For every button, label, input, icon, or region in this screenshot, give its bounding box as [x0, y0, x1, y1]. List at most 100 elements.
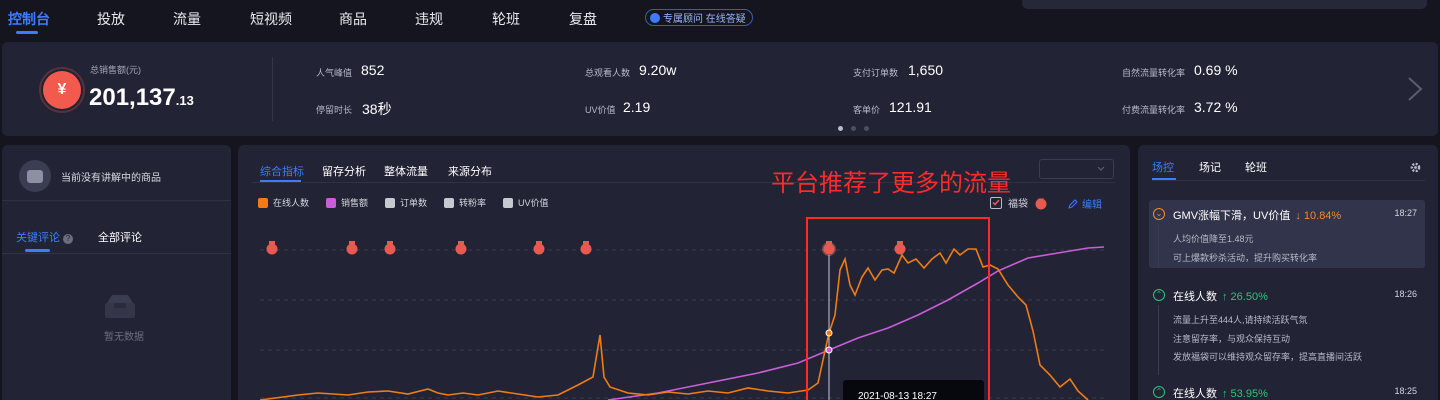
- product-panel-header: 当前没有讲解中的商品: [2, 145, 231, 201]
- dashboard-page: 控制台 投放 流量 短视频 商品 违规 轮班 复盘 专属顾问 在线答疑 ¥ 总销…: [0, 0, 1440, 400]
- empty-inbox-icon: [105, 295, 135, 318]
- advisor-icon: [650, 12, 660, 23]
- product-panel: 当前没有讲解中的商品 关键评论? 全部评论 暂无数据: [2, 145, 231, 400]
- stat-label-paid-orders: 支付订单数: [853, 68, 899, 78]
- comment-tab-divider: [2, 253, 231, 254]
- alert-title: 在线人数 ↑ 26.50%: [1173, 288, 1268, 304]
- trend-up-icon: ⌃: [1153, 289, 1165, 301]
- no-product-text: 当前没有讲解中的商品: [61, 173, 161, 184]
- advisor-badge[interactable]: 专属顾问 在线答疑: [645, 9, 753, 26]
- trend-down-icon: ⌄: [1153, 208, 1165, 220]
- stat-label-paid-cvr: 付费流量转化率: [1122, 105, 1186, 115]
- metrics-chart-panel: 综合指标 留存分析 整体流量 来源分布 平台推荐了更多的流量 在线人数 销售额 …: [238, 145, 1130, 400]
- advisor-badge-label: 专属顾问 在线答疑: [663, 14, 746, 25]
- control-tab-divider: [1152, 180, 1425, 181]
- sales-point[interactable]: [825, 346, 833, 354]
- stat-value-avg-order: 121.91: [889, 99, 932, 115]
- series-line-online-viewers: [259, 247, 1089, 400]
- alert-delta: ↓ 10.84%: [1295, 210, 1342, 222]
- stat-label-stay-duration: 停留时长: [316, 105, 353, 115]
- lucky-bag-marker[interactable]: [822, 241, 836, 256]
- stat-value-uv-value: 2.19: [623, 99, 651, 115]
- lucky-bag-marker[interactable]: [346, 241, 358, 255]
- stat-label-peak-viewers: 人气峰值: [316, 68, 353, 78]
- alert-title: 在线人数 ↑ 53.95%: [1173, 385, 1268, 400]
- lucky-bag-marker[interactable]: [384, 241, 396, 255]
- tab-all-comments[interactable]: 全部评论: [98, 229, 142, 245]
- chevron-right-icon[interactable]: [1406, 76, 1424, 102]
- nav-item-review[interactable]: 复盘: [569, 9, 597, 29]
- tab-field-control[interactable]: 场控: [1152, 159, 1174, 175]
- alert-title: GMV涨幅下滑，UV价值 ↓ 10.84%: [1173, 207, 1341, 223]
- stat-value-total-viewers: 9.20w: [639, 62, 677, 78]
- tab-key-comments[interactable]: 关键评论?: [16, 229, 73, 245]
- lucky-bag-marker[interactable]: [455, 241, 467, 255]
- pager-dot[interactable]: [838, 126, 843, 131]
- alert-detail: 可上爆款秒杀活动，提升购买转化率: [1173, 253, 1318, 263]
- stat-value-peak-viewers: 852: [361, 62, 385, 78]
- stat-label-organic-cvr: 自然流量转化率: [1122, 68, 1186, 78]
- trend-up-icon: ⌃: [1153, 386, 1165, 398]
- top-nav: 控制台 投放 流量 短视频 商品 违规 轮班 复盘 专属顾问 在线答疑: [0, 0, 1440, 36]
- nav-item-console[interactable]: 控制台: [8, 9, 50, 29]
- metrics-chart[interactable]: [238, 145, 1130, 400]
- stats-pager: [838, 126, 869, 131]
- stat-value-organic-cvr: 0.69 %: [1194, 62, 1238, 78]
- stat-label-total-viewers: 总观看人数: [585, 68, 631, 78]
- stats-divider: [272, 57, 273, 121]
- chart-tooltip: 2021-08-13 18:27: [843, 380, 984, 400]
- alert-detail: 流量上升至444人,请持续活跃气氛: [1173, 315, 1308, 325]
- total-sales-label: 总销售额(元): [90, 65, 141, 75]
- stat-value-paid-cvr: 3.72 %: [1194, 99, 1238, 115]
- lucky-bag-marker[interactable]: [894, 241, 906, 255]
- top-right-dropdown[interactable]: [1022, 0, 1427, 9]
- tab-field-notes[interactable]: 场记: [1199, 159, 1221, 175]
- stats-card: ¥ 总销售额(元) 201,137.13 人气峰值 852 停留时长 38秒 总…: [2, 42, 1438, 136]
- total-sales-main: 201,137: [89, 84, 176, 111]
- alert-title-text: GMV涨幅下滑，UV价值: [1173, 210, 1291, 222]
- alert-title-text: 在线人数: [1173, 291, 1217, 303]
- alert-detail: 人均价值降至1.48元: [1173, 234, 1254, 244]
- alert-title-text: 在线人数: [1173, 388, 1217, 400]
- alert-time: 18:26: [1394, 289, 1417, 299]
- alert-item[interactable]: ⌃ 在线人数 ↑ 26.50% 18:26 流量上升至444人,请持续活跃气氛 注…: [1149, 281, 1425, 375]
- product-avatar: [19, 160, 51, 192]
- pager-dot[interactable]: [851, 126, 856, 131]
- total-sales-decimal: .13: [175, 93, 194, 108]
- total-sales-value: 201,137.13: [89, 84, 194, 112]
- nav-item-ads[interactable]: 投放: [97, 9, 125, 29]
- comment-tab-indicator: [25, 249, 50, 252]
- tab-shift[interactable]: 轮班: [1245, 159, 1267, 175]
- help-icon[interactable]: ?: [63, 234, 73, 244]
- timeline-line: [1158, 224, 1159, 268]
- live-control-panel: 场控 场记 轮班 ⌄ GMV涨幅下滑，UV价值 ↓ 10.84% 18:27 人均…: [1138, 145, 1438, 400]
- shop-bag-icon: [27, 169, 43, 183]
- stat-label-avg-order: 客单价: [853, 105, 881, 115]
- nav-active-indicator: [16, 31, 38, 34]
- timeline-line: [1158, 305, 1159, 375]
- tab-key-comments-label: 关键评论: [16, 232, 60, 244]
- series-line-sales: [607, 246, 1105, 400]
- alert-detail: 注意留存率，与观众保持互动: [1173, 334, 1291, 344]
- lucky-bag-marker[interactable]: [580, 241, 592, 255]
- pager-dot[interactable]: [864, 126, 869, 131]
- nav-item-products[interactable]: 商品: [339, 9, 367, 29]
- lucky-bag-marker[interactable]: [266, 241, 278, 255]
- alert-item[interactable]: ⌃ 在线人数 ↑ 53.95% 18:25: [1149, 378, 1425, 400]
- lucky-bag-marker[interactable]: [533, 241, 545, 255]
- nav-item-short-video[interactable]: 短视频: [250, 9, 292, 29]
- alert-delta: ↑ 26.50%: [1222, 291, 1268, 303]
- nav-item-shift[interactable]: 轮班: [492, 9, 520, 29]
- gear-icon[interactable]: [1410, 162, 1421, 173]
- alert-time: 18:25: [1394, 386, 1417, 396]
- stat-label-uv-value: UV价值: [585, 105, 616, 115]
- yen-icon: ¥: [39, 67, 85, 113]
- nav-item-violations[interactable]: 违规: [415, 9, 443, 29]
- stat-value-stay-duration: 38秒: [362, 101, 392, 117]
- alert-delta: ↑ 53.95%: [1222, 388, 1268, 400]
- stat-value-paid-orders: 1,650: [908, 62, 944, 78]
- alert-item[interactable]: ⌄ GMV涨幅下滑，UV价值 ↓ 10.84% 18:27 人均价值降至1.48元…: [1149, 200, 1425, 268]
- empty-state-text: 暂无数据: [104, 332, 144, 343]
- nav-item-traffic[interactable]: 流量: [173, 9, 201, 29]
- online-viewers-point[interactable]: [825, 329, 833, 337]
